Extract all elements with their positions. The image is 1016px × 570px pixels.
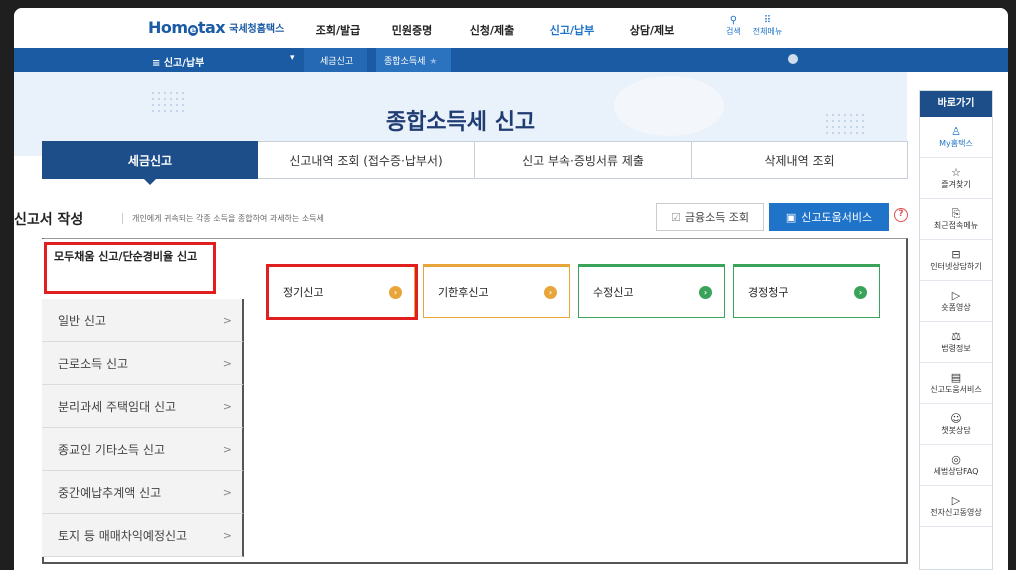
leftnav-general-filing[interactable]: 일반 신고 > — [42, 299, 244, 342]
highlight-box — [44, 242, 216, 294]
chatbot-icon: ☺ — [950, 412, 962, 425]
section-description: 개인에게 귀속되는 각종 소득을 종합하여 과세하는 소득세 — [132, 214, 324, 223]
browser-frame: Hom e tax 국세청홈택스 조회/발급 민원증명 신청/제출 신고/납부 상담… — [14, 8, 1008, 570]
play-icon: ▷ — [951, 289, 961, 302]
financial-income-lookup-button[interactable]: ☑ 금융소득 조회 — [656, 203, 764, 231]
star-icon[interactable]: ★ — [429, 57, 437, 67]
dropdown-icon[interactable]: ▾ — [290, 53, 295, 63]
book-icon: ▣ — [785, 210, 797, 224]
quick-e-filing-video[interactable]: ▷ 전자신고동영상 — [920, 486, 992, 527]
chevron-right-icon: > — [222, 528, 232, 542]
filing-help-service-button[interactable]: ▣ 신고도움서비스 — [769, 203, 889, 231]
chevron-right-icon: > — [222, 485, 232, 499]
arrow-right-icon: › — [854, 285, 867, 299]
quick-links-bar: 바로가기 ♙ My홈택스 ☆ 즐겨찾기 ⎘ 최근접속메뉴 ⊟ 인터넷상담하기 ▷ 숏폼영상… — [919, 90, 993, 570]
quick-internet-consult[interactable]: ⊟ 인터넷상담하기 — [920, 240, 992, 281]
chevron-right-icon: > — [222, 313, 232, 327]
breadcrumb-level2[interactable]: 종합소득세 ★ — [376, 48, 452, 72]
chevron-right-icon: > — [222, 356, 232, 370]
hometax-logo[interactable]: Hom e tax 국세청홈택스 — [148, 18, 284, 37]
leftnav-interim-prepayment[interactable]: 중간예납추계액 신고 > — [42, 471, 244, 514]
tab-bar: 세금신고 신고내역 조회 (접수증·납부서) 신고 부속·증빙서류 제출 삭제내… — [42, 141, 908, 185]
quick-favorites[interactable]: ☆ 즐겨찾기 — [920, 158, 992, 199]
check-icon: ☑ — [670, 210, 681, 224]
quick-filing-help[interactable]: ▤ 신고도움서비스 — [920, 363, 992, 404]
card-correction-claim[interactable]: 경정청구 › — [733, 264, 880, 318]
breadcrumb-root[interactable]: ≡ 신고/납부 — [152, 54, 204, 69]
settings-dot-icon[interactable] — [788, 54, 798, 64]
breadcrumb-level1[interactable]: 세금신고 — [304, 48, 368, 72]
page-title: 종합소득세 신고 — [385, 110, 536, 135]
search-icon: ⚲ — [729, 15, 738, 26]
faq-icon: ◎ — [951, 453, 961, 466]
all-menu-button[interactable]: ⠿ 전체메뉴 — [753, 16, 782, 37]
grid-menu-icon: ⠿ — [763, 15, 772, 26]
person-icon: ♙ — [951, 125, 961, 138]
chevron-right-icon: > — [222, 399, 232, 413]
arrow-right-icon: › — [544, 285, 557, 299]
top-navigation: Hom e tax 국세청홈택스 조회/발급 민원증명 신청/제출 신고/납부 상담… — [14, 8, 1008, 48]
gavel-icon: ⚖ — [951, 330, 961, 343]
leftnav-religious-income[interactable]: 종교인 기타소득 신고 > — [42, 428, 244, 471]
menu-item-filing-payment[interactable]: 신고/납부 — [532, 22, 612, 38]
star-icon: ☆ — [951, 166, 961, 179]
quick-my-hometax[interactable]: ♙ My홈택스 — [920, 117, 992, 158]
quick-recent-menu[interactable]: ⎘ 최근접속메뉴 — [920, 199, 992, 240]
logo-subtitle: 국세청홈택스 — [229, 24, 285, 35]
section-title: 신고서 작성 — [14, 212, 84, 228]
book-icon: ▤ — [950, 371, 962, 384]
quick-shortform-video[interactable]: ▷ 숏폼영상 — [920, 281, 992, 322]
leftnav-housing-rental[interactable]: 분리과세 주택임대 신고 > — [42, 385, 244, 428]
search-button[interactable]: ⚲ 검색 — [726, 16, 741, 37]
main-menu: 조회/발급 민원증명 신청/제출 신고/납부 상담/제보 — [304, 22, 692, 38]
quick-tax-faq[interactable]: ◎ 세법상담FAQ — [920, 445, 992, 486]
monitor-icon: ⊟ — [951, 248, 961, 261]
tab-attachment-submit[interactable]: 신고 부속·증빙서류 제출 — [475, 141, 692, 179]
chevron-right-icon: > — [222, 442, 232, 456]
arrow-right-icon: › — [699, 285, 712, 299]
card-amended-filing[interactable]: 수정신고 › — [578, 264, 725, 318]
help-question-icon[interactable]: ? — [894, 208, 908, 222]
divider — [122, 213, 123, 224]
card-late-filing[interactable]: 기한후신고 › — [423, 264, 570, 318]
quick-links-title: 바로가기 — [920, 91, 992, 117]
menu-item-certificate[interactable]: 민원증명 — [372, 22, 452, 38]
highlight-box — [266, 264, 418, 320]
tab-tax-filing[interactable]: 세금신고 — [42, 141, 258, 185]
menu-item-consult[interactable]: 상담/제보 — [612, 22, 692, 38]
menu-item-lookup[interactable]: 조회/발급 — [304, 22, 372, 38]
video-icon: ▷ — [951, 494, 961, 507]
quick-law-info[interactable]: ⚖ 법령정보 — [920, 322, 992, 363]
leftnav-land-sale[interactable]: 토지 등 매매차익예정신고 > — [42, 514, 244, 557]
quick-chatbot[interactable]: ☺ 챗봇상담 — [920, 404, 992, 445]
logo-mark: Hom e tax — [148, 18, 226, 37]
breadcrumb: ≡ 신고/납부 ▾ 세금신고 종합소득세 ★ — [14, 48, 1008, 72]
utility-links: ⚲ 검색 ⠿ 전체메뉴 — [726, 16, 782, 37]
menu-item-apply[interactable]: 신청/제출 — [452, 22, 532, 38]
history-icon: ⎘ — [951, 207, 961, 220]
tab-deleted-history[interactable]: 삭제내역 조회 — [692, 141, 908, 179]
tab-filing-history[interactable]: 신고내역 조회 (접수증·납부서) — [258, 141, 475, 179]
leftnav-earned-income[interactable]: 근로소득 신고 > — [42, 342, 244, 385]
